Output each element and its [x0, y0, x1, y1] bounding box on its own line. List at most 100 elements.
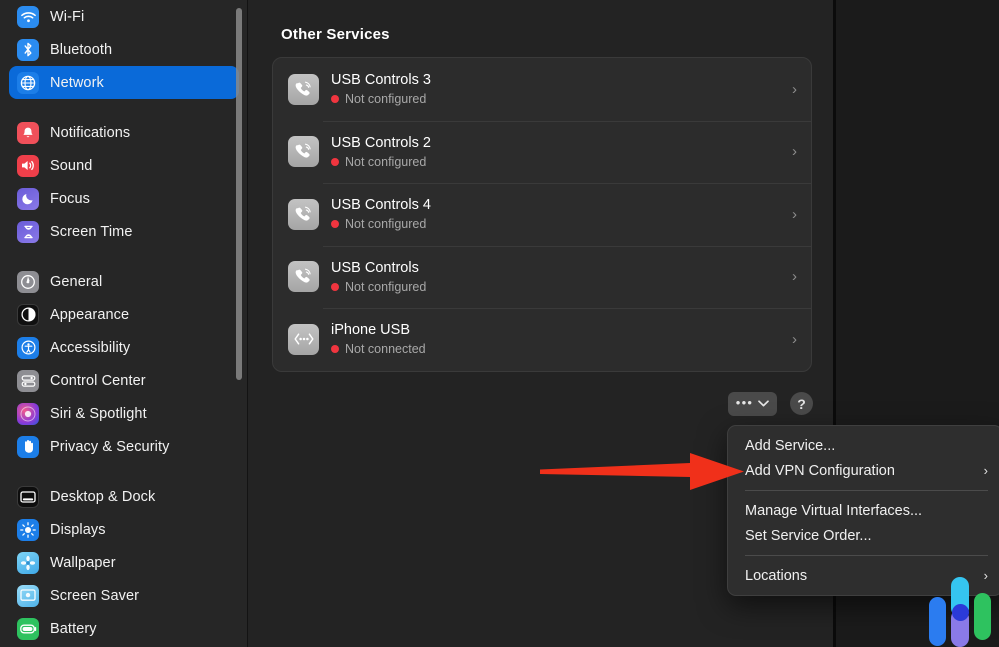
submenu-chevron-icon: › [984, 464, 988, 477]
sidebar-item-wallpaper[interactable]: Wallpaper [9, 546, 239, 579]
chevron-down-icon [758, 400, 769, 409]
menu-item-set-service-order[interactable]: Set Service Order... [728, 523, 999, 548]
service-text: USB Controls 3 Not configured [331, 72, 784, 106]
brightness-icon [17, 519, 39, 541]
service-status: Not configured [331, 92, 784, 106]
service-row[interactable]: USB Controls 2Not configured› [273, 121, 811, 184]
phone-modem-icon [288, 74, 319, 105]
service-text: USB Controls 2Not configured [331, 135, 784, 169]
service-status: Not configured [331, 217, 784, 231]
sidebar-item-displays[interactable]: Displays [9, 513, 239, 546]
sidebar-item-sound[interactable]: Sound [9, 149, 239, 182]
sidebar-group-gap [9, 463, 239, 480]
menu-item-add-service[interactable]: Add Service... [728, 433, 999, 458]
service-status-label: Not configured [345, 92, 426, 106]
sidebar-item-desktop-dock[interactable]: Desktop & Dock [9, 480, 239, 513]
sidebar: Wi-Fi Bluetooth Network Notifications Sound F… [0, 0, 248, 647]
service-text: USB Controls 4 Not configured [331, 197, 784, 231]
audio-visualizer-icon [925, 575, 987, 647]
sidebar-item-label: Displays [50, 522, 106, 538]
phone-modem-icon [288, 136, 319, 167]
service-status-label: Not configured [345, 280, 426, 294]
sidebar-item-screen-time[interactable]: Screen Time [9, 215, 239, 248]
sidebar-item-appearance[interactable]: Appearance [9, 298, 239, 331]
sidebar-item-label: Accessibility [50, 340, 130, 356]
bell-icon [17, 122, 39, 144]
service-name: USB Controls 3 [331, 72, 784, 89]
sidebar-item-label: Control Center [50, 373, 146, 389]
wallpaper-flower-icon [17, 552, 39, 574]
menu-item-label: Set Service Order... [745, 528, 988, 544]
service-name: USB Controls 4 [331, 197, 784, 214]
sidebar-item-label: Sound [50, 158, 92, 174]
wifi-icon [17, 6, 39, 28]
service-row[interactable]: USB Controls 4 Not configured › [273, 183, 811, 246]
service-status: Not configured [331, 280, 784, 294]
screen-saver-icon [17, 585, 39, 607]
sidebar-item-label: Privacy & Security [50, 439, 169, 455]
chevron-right-icon: › [792, 82, 797, 97]
adapter-icon [288, 324, 319, 355]
phone-modem-icon [288, 199, 319, 230]
speaker-icon [17, 155, 39, 177]
sidebar-item-label: Wi-Fi [50, 9, 84, 25]
sidebar-scrollbar[interactable] [236, 8, 242, 380]
sidebar-item-notifications[interactable]: Notifications [9, 116, 239, 149]
sidebar-item-label: Battery [50, 621, 97, 637]
sidebar-item-label: Wallpaper [50, 555, 116, 571]
desktop-dock-icon [17, 486, 39, 508]
sidebar-item-label: General [50, 274, 102, 290]
sidebar-item-network[interactable]: Network [9, 66, 239, 99]
gear-icon [17, 271, 39, 293]
menu-item-label: Add VPN Configuration [745, 463, 984, 479]
bluetooth-icon [17, 39, 39, 61]
sidebar-item-general[interactable]: General [9, 265, 239, 298]
service-text: USB Controls Not configured [331, 260, 784, 294]
sidebar-item-control-center[interactable]: Control Center [9, 364, 239, 397]
accessibility-person-icon [17, 337, 39, 359]
sidebar-item-screen-saver[interactable]: Screen Saver [9, 579, 239, 612]
service-name: USB Controls [331, 260, 784, 277]
service-row[interactable]: iPhone USBNot connected› [273, 308, 811, 371]
service-name: iPhone USB [331, 322, 784, 339]
chevron-right-icon: › [792, 207, 797, 222]
menu-separator [745, 555, 988, 556]
annotation-arrow [540, 452, 745, 492]
contrast-circle-icon [17, 304, 39, 326]
sidebar-item-label: Focus [50, 191, 90, 207]
more-options-button[interactable]: ••• [728, 392, 777, 416]
phone-modem-icon [288, 261, 319, 292]
status-dot-icon [331, 95, 339, 103]
sidebar-item-privacy-security[interactable]: Privacy & Security [9, 430, 239, 463]
status-dot-icon [331, 345, 339, 353]
sidebar-item-label: Siri & Spotlight [50, 406, 147, 422]
sidebar-item-label: Screen Saver [50, 588, 139, 604]
sidebar-item-wi-fi[interactable]: Wi-Fi [9, 0, 239, 33]
service-row[interactable]: USB Controls 3 Not configured › [273, 58, 811, 121]
chevron-right-icon: › [792, 269, 797, 284]
service-status: Not connected [331, 342, 784, 356]
service-status-label: Not configured [345, 217, 426, 231]
sidebar-item-battery[interactable]: Battery [9, 612, 239, 645]
sidebar-item-focus[interactable]: Focus [9, 182, 239, 215]
sidebar-item-label: Network [50, 75, 104, 91]
help-button[interactable]: ? [790, 392, 813, 415]
sidebar-item-bluetooth[interactable]: Bluetooth [9, 33, 239, 66]
hand-icon [17, 436, 39, 458]
menu-item-add-vpn-configuration[interactable]: Add VPN Configuration› [728, 458, 999, 483]
sidebar-item-label: Appearance [50, 307, 129, 323]
service-row[interactable]: USB Controls Not configured › [273, 246, 811, 309]
other-services-list: USB Controls 3Not configured›USB Control… [272, 57, 812, 372]
hourglass-icon [17, 221, 39, 243]
ellipsis-icon: ••• [736, 396, 754, 412]
system-settings-window: Wi-Fi Bluetooth Network Notifications Sound F… [0, 0, 836, 647]
menu-separator [745, 490, 988, 491]
sidebar-item-accessibility[interactable]: Accessibility [9, 331, 239, 364]
moon-icon [17, 188, 39, 210]
network-globe-icon [17, 72, 39, 94]
sidebar-item-siri-spotlight[interactable]: Siri & Spotlight [9, 397, 239, 430]
service-status: Not configured [331, 155, 784, 169]
service-status-label: Not connected [345, 342, 426, 356]
menu-item-label: Add Service... [745, 438, 988, 454]
menu-item-manage-virtual-interfaces[interactable]: Manage Virtual Interfaces... [728, 498, 999, 523]
